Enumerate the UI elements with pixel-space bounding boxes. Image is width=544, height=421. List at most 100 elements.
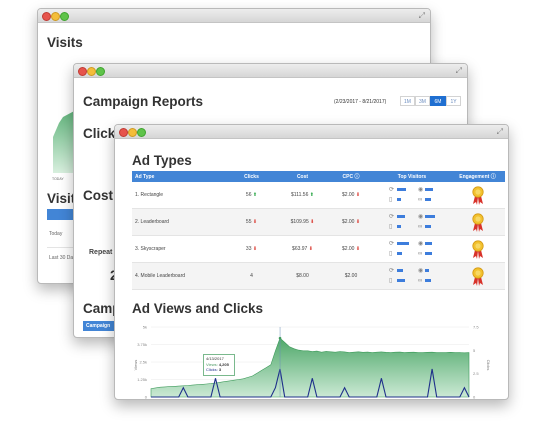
y2-axis-label: Clicks: [486, 360, 491, 371]
range-button-1m[interactable]: 1M: [400, 96, 415, 106]
medal-icon: [471, 267, 484, 286]
phone-icon: ▯: [389, 251, 393, 257]
cell-value: $2.00: [341, 192, 355, 198]
minimize-button[interactable]: [128, 128, 137, 137]
clicks-heading: Click: [83, 126, 116, 141]
zoom-button[interactable]: [137, 128, 146, 137]
visits-title: Visits: [47, 35, 83, 50]
cell-value: $2.00: [341, 246, 355, 252]
eye-icon: ◉: [418, 187, 424, 193]
refresh-icon: ⟳: [389, 214, 395, 220]
range-button-group: 1M 3M 6M 1Y: [400, 96, 461, 106]
campaign-column-label: Campaign: [86, 323, 111, 329]
info-icon[interactable]: ⓘ: [491, 174, 496, 180]
cpc-label: CPC: [342, 174, 354, 180]
eye-icon: ◉: [418, 268, 424, 274]
cell-value: 3. Skyscraper: [135, 246, 166, 252]
visitor-bar: [397, 242, 409, 245]
y-tick-label: 0: [145, 395, 148, 400]
close-button[interactable]: [119, 128, 128, 137]
cell-value: $8.00: [296, 273, 309, 279]
maximize-icon[interactable]: ⤢: [419, 11, 425, 20]
range-button-6m[interactable]: 6M: [430, 96, 446, 106]
visitor-bar: [397, 225, 401, 228]
y-axis-label: Views: [133, 360, 138, 371]
phone-icon: ▯: [389, 278, 393, 284]
minimize-button[interactable]: [51, 12, 60, 21]
close-button[interactable]: [42, 12, 51, 21]
refresh-icon: ⟳: [389, 187, 395, 193]
link-icon: ∞: [418, 251, 423, 257]
table-row[interactable]: 2. Leaderboard 55 ⬇ $109.95 ⬇ $2.00 ⬇ ⟳ ◉ ▯ ∞: [132, 208, 505, 236]
cell-value: $2.00: [341, 219, 355, 225]
visitor-bar: [397, 188, 406, 191]
visitor-bar: [425, 188, 433, 191]
table-row[interactable]: 4. Mobile Leaderboard 4 $8.00 $2.00 ⟳ ◉ ▯ ∞: [132, 262, 505, 290]
maximize-icon[interactable]: ⤢: [497, 127, 503, 136]
trend-down-icon: ⬇: [355, 246, 361, 252]
trend-down-icon: ⬇: [355, 192, 361, 198]
cell-value: $109.95: [290, 219, 309, 225]
repeat-label: Repeat: [89, 249, 113, 256]
top-visitors-widget: ⟳ ◉ ▯ ∞: [389, 239, 435, 259]
visitor-bar: [397, 198, 401, 201]
visits-today-label: Today: [49, 231, 63, 237]
ad-views-clicks-title: Ad Views and Clicks: [132, 301, 264, 316]
cell-value: 4. Mobile Leaderboard: [135, 273, 186, 279]
y2-tick-label: 0: [473, 395, 476, 400]
medal-icon: [471, 186, 484, 205]
visitor-bar: [397, 279, 405, 282]
trend-down-icon: ⬇: [310, 219, 315, 225]
minimize-button[interactable]: [87, 67, 96, 76]
window-titlebar: ⤢: [115, 125, 508, 139]
y2-tick-label: 7.5: [473, 325, 479, 330]
date-range: (2/23/2017 - 8/21/2017): [334, 99, 387, 105]
medal-icon: [471, 240, 484, 259]
cell-value: 1. Rectangle: [135, 192, 164, 198]
table-row[interactable]: 3. Skyscraper 33 ⬇ $63.97 ⬇ $2.00 ⬇ ⟳ ◉ ▯ ∞: [132, 235, 505, 263]
visitor-bar: [425, 252, 432, 255]
eye-icon: ◉: [418, 214, 424, 220]
visits-x-label: TODAY: [52, 177, 64, 181]
ad-types-table: Ad Type Clicks Cost CPC ⓘ Top Visitors E…: [132, 171, 505, 290]
info-icon[interactable]: ⓘ: [354, 174, 359, 180]
cell-value: 56: [245, 192, 252, 198]
col-engagement: Engagement ⓘ: [450, 171, 505, 182]
cell-value: $63.97: [292, 246, 308, 252]
col-cpc: CPC ⓘ: [328, 171, 374, 182]
table-row[interactable]: 1. Rectangle 56 ⬆ $111.56 ⬆ $2.00 ⬇ ⟳ ◉ ▯ ∞: [132, 182, 505, 209]
ad-views-clicks-chart: 0 1.25k 2.5k 3.75k 5k 0 2.5 5 7.5 Views Clicks: [133, 325, 491, 400]
maximize-icon[interactable]: ⤢: [456, 66, 462, 75]
link-icon: ∞: [418, 278, 423, 284]
visitor-bar: [425, 279, 431, 282]
window-titlebar: ⤢: [38, 9, 430, 23]
visitor-bar: [397, 269, 403, 272]
cell-value: $111.56: [291, 192, 309, 198]
y-tick-label: 2.5k: [139, 360, 147, 365]
trend-down-icon: ⬇: [308, 246, 313, 252]
y-tick-label: 1.25k: [137, 377, 147, 382]
top-visitors-widget: ⟳ ◉ ▯ ∞: [389, 185, 435, 205]
zoom-button[interactable]: [96, 67, 105, 76]
trend-up-icon: ⬆: [252, 192, 258, 198]
close-button[interactable]: [78, 67, 87, 76]
link-icon: ∞: [418, 224, 423, 230]
trend-down-icon: ⬇: [355, 219, 361, 225]
eye-icon: ◉: [418, 241, 424, 247]
refresh-icon: ⟳: [389, 241, 395, 247]
campaign-reports-title: Campaign Reports: [83, 94, 204, 109]
phone-icon: ▯: [389, 224, 393, 230]
link-icon: ∞: [418, 197, 423, 203]
visitor-bar: [425, 242, 432, 245]
visitor-bar: [425, 198, 431, 201]
top-visitors-widget: ⟳ ◉ ▯ ∞: [389, 266, 435, 286]
trend-down-icon: ⬇: [252, 219, 258, 225]
visitor-bar: [425, 269, 429, 272]
range-button-3m[interactable]: 3M: [415, 96, 430, 106]
window-ad-types: ⤢ Ad Types Ad Type Clicks Cost CPC ⓘ Top…: [114, 124, 509, 400]
col-clicks: Clicks: [226, 171, 277, 182]
y-tick-label: 5k: [143, 325, 147, 330]
visitor-bar: [397, 252, 402, 255]
range-button-1y[interactable]: 1Y: [446, 96, 461, 106]
zoom-button[interactable]: [60, 12, 69, 21]
